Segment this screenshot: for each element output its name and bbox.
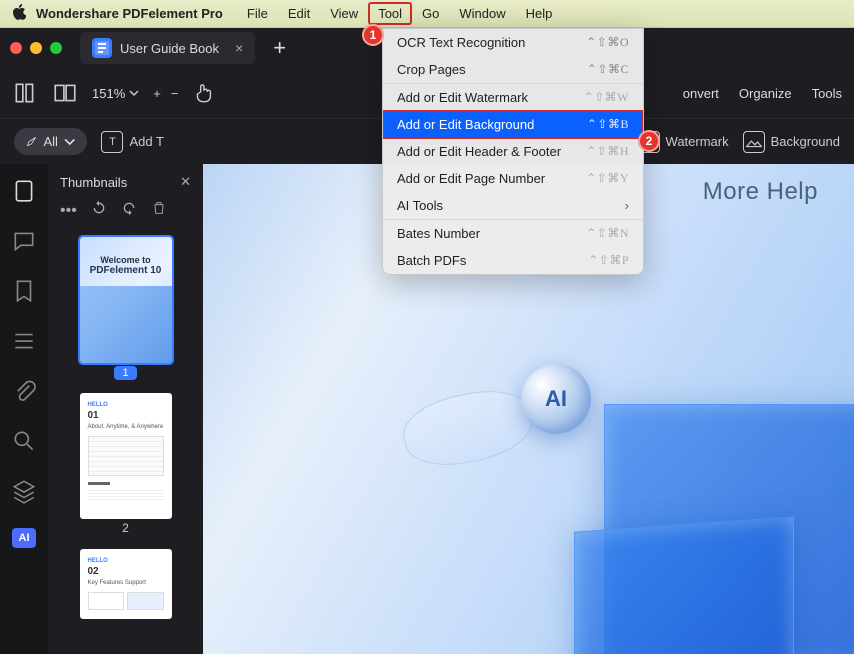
ai-panel-icon[interactable]: AI — [12, 528, 36, 548]
menu-go[interactable]: Go — [412, 2, 449, 25]
bookmarks-panel-icon[interactable] — [11, 278, 37, 304]
menu-file[interactable]: File — [237, 2, 278, 25]
annotation-badge-2: 2 — [638, 130, 660, 152]
thumbnails-panel-icon[interactable] — [11, 178, 37, 204]
menu-view[interactable]: View — [320, 2, 368, 25]
menu-batch[interactable]: Batch PDFs⌃⇧⌘P — [383, 247, 643, 274]
zoom-level[interactable]: 151% — [92, 86, 139, 101]
all-tools-pill[interactable]: All — [14, 128, 87, 155]
zoom-out-button[interactable]: − — [171, 86, 179, 101]
add-text-button[interactable]: T Add T — [101, 131, 163, 153]
delete-page-icon[interactable] — [151, 200, 167, 221]
single-page-view-icon[interactable] — [12, 80, 38, 106]
background-button[interactable]: Background — [743, 131, 840, 153]
menu-ocr[interactable]: OCR Text Recognition⌃⇧⌘O — [383, 29, 643, 56]
ai-sphere-graphic: AI — [521, 364, 591, 434]
page-number-badge: 1 — [114, 366, 136, 380]
thumbnail-page-2[interactable]: HELLO 01 About. Anytime, & Anywhere — [80, 393, 172, 519]
close-panel-icon[interactable]: ✕ — [180, 174, 191, 190]
attachments-panel-icon[interactable] — [11, 378, 37, 404]
menu-header-footer[interactable]: Add or Edit Header & Footer⌃⇧⌘H — [383, 138, 643, 165]
menu-ai-tools[interactable]: AI Tools› — [383, 192, 643, 219]
background-icon — [743, 131, 765, 153]
thumbnails-title: Thumbnails — [60, 175, 127, 190]
pdf-app-icon — [92, 38, 112, 58]
thumbnail-page-1[interactable]: Welcome to PDFelement 10 — [80, 237, 172, 363]
maximize-window-button[interactable] — [50, 42, 62, 54]
search-panel-icon[interactable] — [11, 428, 37, 454]
left-icon-rail: AI — [0, 164, 48, 654]
menu-window[interactable]: Window — [449, 2, 515, 25]
menu-edit[interactable]: Edit — [278, 2, 320, 25]
list-panel-icon[interactable] — [11, 328, 37, 354]
more-help-heading: More Help — [703, 178, 818, 206]
close-tab-icon[interactable]: × — [235, 40, 243, 56]
thumbnail-page-3[interactable]: HELLO 02 Key Features Support — [80, 549, 172, 619]
traffic-lights — [10, 42, 62, 54]
hand-tool-icon[interactable] — [192, 80, 218, 106]
annotation-badge-1: 1 — [362, 24, 384, 46]
menu-help[interactable]: Help — [516, 2, 563, 25]
rotate-left-icon[interactable] — [91, 200, 107, 221]
app-title: Wondershare PDFelement Pro — [36, 6, 223, 21]
comments-panel-icon[interactable] — [11, 228, 37, 254]
menu-tool[interactable]: Tool — [368, 2, 412, 25]
toolbar-tools[interactable]: Tools — [812, 86, 842, 101]
rotate-right-icon[interactable] — [121, 200, 137, 221]
close-window-button[interactable] — [10, 42, 22, 54]
menu-bates[interactable]: Bates Number⌃⇧⌘N — [383, 220, 643, 247]
facing-pages-view-icon[interactable] — [52, 80, 78, 106]
tool-menu-dropdown: OCR Text Recognition⌃⇧⌘O Crop Pages⌃⇧⌘C … — [382, 28, 644, 275]
menu-crop-pages[interactable]: Crop Pages⌃⇧⌘C — [383, 56, 643, 83]
tab-title: User Guide Book — [120, 41, 219, 56]
chevron-right-icon: › — [625, 198, 629, 213]
document-tab[interactable]: User Guide Book × — [80, 32, 255, 64]
page-number-label: 2 — [122, 521, 129, 535]
more-options-icon[interactable]: ••• — [60, 202, 77, 220]
toolbar-organize[interactable]: Organize — [739, 86, 792, 101]
text-box-icon: T — [101, 131, 123, 153]
minimize-window-button[interactable] — [30, 42, 42, 54]
apple-logo-icon — [12, 4, 26, 23]
zoom-in-button[interactable]: + — [153, 86, 161, 101]
mac-menubar: Wondershare PDFelement Pro File Edit Vie… — [0, 0, 854, 28]
thumbnails-panel: Thumbnails ✕ ••• Welcome to PDFelement 1… — [48, 164, 203, 654]
decorative-glass-block — [574, 516, 794, 654]
menu-page-number[interactable]: Add or Edit Page Number⌃⇧⌘Y — [383, 165, 643, 192]
toolbar-convert[interactable]: onvert — [683, 86, 719, 101]
menu-background[interactable]: Add or Edit Background⌃⇧⌘B — [383, 111, 643, 138]
new-tab-button[interactable]: + — [265, 35, 294, 61]
decorative-cylinder — [397, 381, 538, 475]
menu-watermark[interactable]: Add or Edit Watermark⌃⇧⌘W — [383, 84, 643, 111]
layers-panel-icon[interactable] — [11, 478, 37, 504]
